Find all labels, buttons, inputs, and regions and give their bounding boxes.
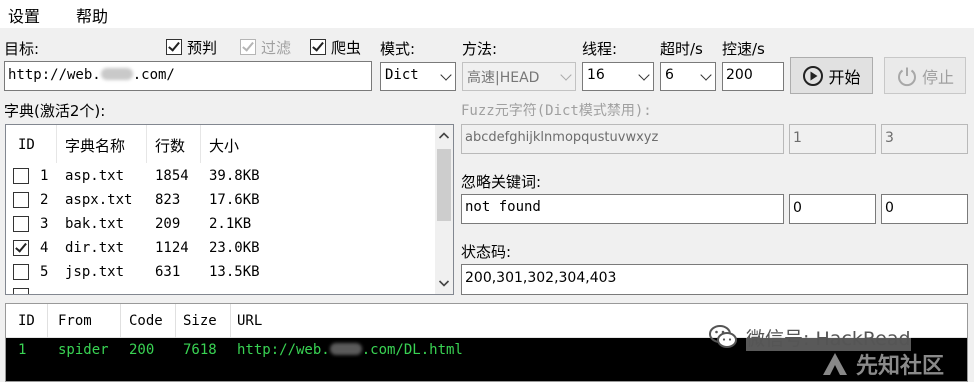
filter-check-icon <box>240 39 256 55</box>
speed-label: 控速/s <box>722 40 765 58</box>
method-select: 高速|HEAD <box>462 62 576 91</box>
dict-scrollbar[interactable] <box>435 125 453 294</box>
menu-settings[interactable]: 设置 <box>8 3 40 27</box>
redacted-domain <box>100 68 133 80</box>
play-icon <box>803 65 824 86</box>
stop-button: 停止 <box>884 57 966 94</box>
threads-select[interactable]: 16 <box>582 62 654 91</box>
list-item[interactable]: 1 asp.txt 1854 39.8KB <box>6 165 436 189</box>
fuzz-max-input: 3 <box>881 124 968 154</box>
status-code-input[interactable]: 200,301,302,304,403 <box>461 264 968 295</box>
ignore-n2-input[interactable]: 0 <box>881 194 968 224</box>
redacted-domain <box>329 343 362 355</box>
scroll-up-icon[interactable] <box>435 127 453 145</box>
crawler-checkbox[interactable]: 爬虫 <box>310 37 361 58</box>
start-button[interactable]: 开始 <box>790 57 873 94</box>
power-icon <box>898 67 916 86</box>
list-item[interactable]: 5 jsp.txt 631 13.5KB <box>6 261 436 285</box>
row-checkbox[interactable] <box>13 168 29 184</box>
list-item[interactable]: 4 dir.txt 1124 23.0KB <box>6 237 436 261</box>
list-item[interactable]: 2 aspx.txt 823 17.6KB <box>6 189 436 213</box>
site-watermark: 先知社区 <box>820 348 944 380</box>
timeout-select[interactable]: 6 <box>660 62 716 91</box>
chevron-down-icon <box>440 69 452 81</box>
list-item[interactable]: 3 bak.txt 209 2.1KB <box>6 213 436 237</box>
row-checkbox[interactable] <box>13 192 29 208</box>
xianzhi-logo-icon <box>823 353 847 375</box>
mode-label: 模式: <box>380 40 416 58</box>
list-item-partial <box>6 285 436 294</box>
target-url-input[interactable]: http://web. .com/ <box>4 61 372 91</box>
menu-help[interactable]: 帮助 <box>76 3 108 27</box>
row-checkbox[interactable] <box>13 216 29 232</box>
target-label: 目标: <box>4 40 40 58</box>
ignore-keyword-input[interactable]: not found <box>461 194 784 224</box>
status-label: 状态码: <box>461 243 512 261</box>
chevron-down-icon <box>560 69 572 81</box>
dict-list-header: ID 字典名称 行数 大小 <box>6 125 436 165</box>
fuzz-charset-input: abcdefghijklnmopqustuvwxyz <box>461 124 784 154</box>
menu-bar: 设置 帮助 <box>0 0 974 28</box>
threads-label: 线程: <box>582 40 618 58</box>
method-label: 方法: <box>462 40 498 58</box>
ignore-n1-input[interactable]: 0 <box>789 194 876 224</box>
fuzz-label: Fuzz元字符(Dict模式禁用): <box>461 103 652 119</box>
scroll-thumb[interactable] <box>437 149 451 221</box>
scroll-down-icon[interactable] <box>435 274 453 292</box>
speed-input[interactable]: 200 <box>722 62 784 91</box>
ignore-label: 忽略关键词: <box>461 173 542 191</box>
crawler-check-icon <box>310 39 326 55</box>
fuzz-min-input: 1 <box>789 124 876 154</box>
row-checkbox[interactable] <box>13 264 29 280</box>
row-checkbox[interactable] <box>13 240 29 256</box>
filter-checkbox: 过滤 <box>240 37 291 58</box>
dict-label: 字典(激活2个): <box>4 102 106 120</box>
chevron-down-icon <box>638 69 650 81</box>
predict-check-icon <box>166 39 182 55</box>
mode-select[interactable]: Dict <box>380 62 456 91</box>
timeout-label: 超时/s <box>660 40 703 58</box>
chevron-down-icon <box>700 69 712 81</box>
wechat-icon <box>709 325 737 348</box>
dict-list[interactable]: ID 字典名称 行数 大小 1 asp.txt 1854 39.8KB 2 as… <box>5 124 454 295</box>
predict-checkbox[interactable]: 预判 <box>166 37 217 58</box>
